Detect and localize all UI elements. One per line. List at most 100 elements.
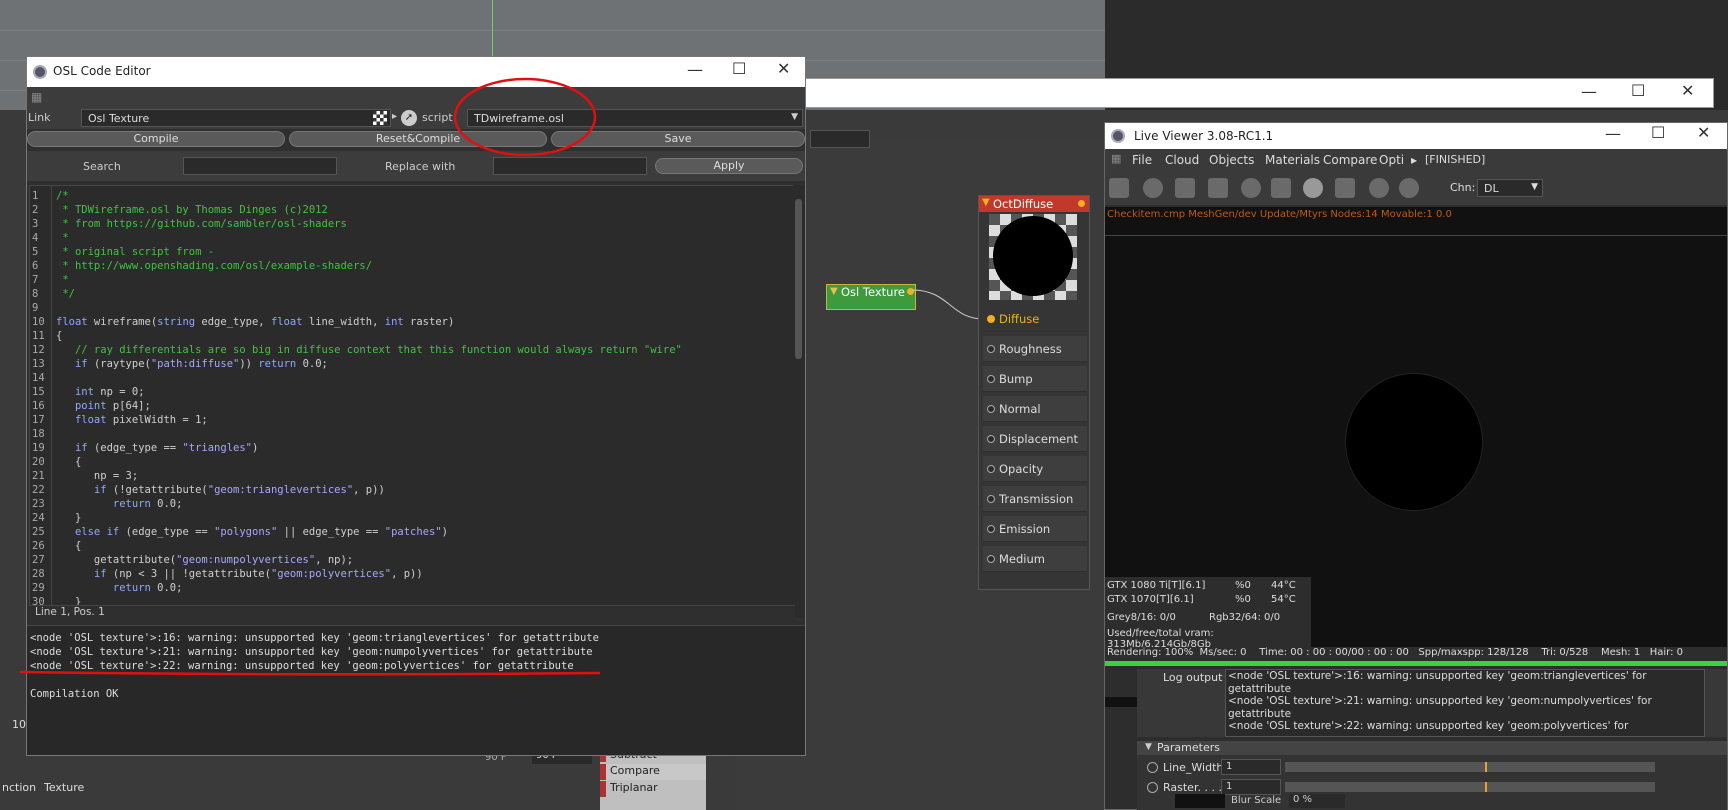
parameters-header[interactable]: ▼ Parameters <box>1137 741 1727 755</box>
param-slider[interactable] <box>1285 782 1655 792</box>
gpu-usage: %0 <box>1235 580 1251 591</box>
render-progress-bar <box>1105 661 1727 666</box>
channel-label: Chn: <box>1450 181 1476 194</box>
node-editor-toolbar-field[interactable] <box>810 130 870 148</box>
close-icon[interactable]: ✕ <box>777 59 790 78</box>
octdiffuse-node[interactable]: ▼ OctDiffuse Diffuse Roughness Bump Norm… <box>978 195 1090 590</box>
input-port[interactable] <box>987 495 995 503</box>
menu-options[interactable]: Opti <box>1379 153 1404 167</box>
preview-sphere <box>993 216 1073 296</box>
pause-icon[interactable] <box>1175 178 1195 198</box>
animate-icon[interactable] <box>1147 762 1158 773</box>
live-viewer-window[interactable]: Live Viewer 3.08-RC1.1 — ☐ ✕ ▦ File Clou… <box>1104 122 1728 810</box>
clay-icon[interactable] <box>1335 178 1355 198</box>
blur-label: Blur Scale <box>1231 795 1282 806</box>
background-window-titlebar: — ☐ ✕ <box>730 78 1714 108</box>
number-label: 10 <box>12 718 26 731</box>
menu-compare[interactable]: Compare <box>1323 153 1377 167</box>
material-ball-icon[interactable] <box>1303 178 1323 198</box>
menu-materials[interactable]: Materials <box>1265 153 1320 167</box>
lock-icon[interactable] <box>1271 178 1291 198</box>
param-slider[interactable] <box>1285 762 1655 772</box>
pin-displacement[interactable]: Displacement <box>983 426 1087 452</box>
collapse-icon[interactable]: ▼ <box>830 286 838 297</box>
pin-normal[interactable]: Normal <box>983 396 1087 422</box>
chevron-down-icon: ▼ <box>1531 182 1538 192</box>
param-label: Line_Width <box>1163 761 1224 774</box>
pin-label: Displacement <box>999 432 1079 446</box>
input-port[interactable] <box>987 525 995 533</box>
param-value[interactable]: 1 <box>1221 779 1281 795</box>
maximize-icon[interactable]: ☐ <box>1631 81 1645 100</box>
log-output[interactable]: <node 'OSL texture'>:16: warning: unsupp… <box>1225 669 1705 737</box>
minimize-icon[interactable]: — <box>1605 124 1621 143</box>
pin-label: Diffuse <box>999 312 1040 326</box>
blur-value[interactable]: 0 % <box>1289 794 1345 808</box>
tab-texture[interactable]: Texture <box>44 781 84 794</box>
osl-texture-node[interactable]: ▼ Osl Texture <box>826 284 916 310</box>
send-scene-icon[interactable] <box>1109 178 1129 198</box>
pin-emission[interactable]: Emission <box>983 516 1087 542</box>
input-port[interactable] <box>987 405 995 413</box>
minimize-icon[interactable]: — <box>1581 82 1597 101</box>
slider-handle[interactable] <box>1485 782 1487 792</box>
close-icon[interactable]: ✕ <box>1697 123 1710 142</box>
input-port[interactable] <box>987 465 995 473</box>
pin-diffuse[interactable]: Diffuse <box>983 306 1087 332</box>
input-port[interactable] <box>987 315 995 323</box>
list-item[interactable]: Compare <box>600 764 706 780</box>
collapse-icon[interactable]: ▼ <box>982 197 990 208</box>
menu-cloud[interactable]: Cloud <box>1165 153 1199 167</box>
collapse-icon[interactable]: ▼ <box>1145 742 1152 752</box>
menu-file[interactable]: File <box>1132 153 1152 167</box>
octdiffuse-header[interactable]: ▼ OctDiffuse <box>979 196 1089 212</box>
rendering-stats: Rendering: 100% Ms/sec: 0 Time: 00 : 00 … <box>1107 647 1683 658</box>
octdiffuse-label: OctDiffuse <box>993 197 1054 211</box>
input-port[interactable] <box>987 345 995 353</box>
app-logo-icon <box>1111 129 1125 143</box>
maximize-icon[interactable]: ☐ <box>732 59 746 78</box>
menu-more-icon[interactable]: ▸ <box>1411 153 1417 167</box>
input-port[interactable] <box>987 435 995 443</box>
gpu-temp: 44°C <box>1271 580 1296 591</box>
chevron-down-icon: ▼ <box>791 112 798 122</box>
material-pick-icon[interactable] <box>1399 178 1419 198</box>
pin-opacity[interactable]: Opacity <box>983 456 1087 482</box>
channel-select[interactable]: DL ▼ <box>1477 179 1543 197</box>
input-port[interactable] <box>987 375 995 383</box>
maximize-icon[interactable]: ☐ <box>1651 123 1665 142</box>
apply-button[interactable]: Apply <box>655 158 803 174</box>
tab-function[interactable]: nction <box>2 781 36 794</box>
parameters-label: Parameters <box>1157 741 1220 754</box>
restart-icon[interactable] <box>1143 178 1163 198</box>
close-icon[interactable]: ✕ <box>1681 81 1694 100</box>
menu-objects[interactable]: Objects <box>1209 153 1254 167</box>
pin-bump[interactable]: Bump <box>983 366 1087 392</box>
blur-scale-row: Blur Scale 0 % <box>1175 794 1375 810</box>
log-text: <node 'OSL texture'>:16: warning: unsupp… <box>1228 670 1652 732</box>
output-port[interactable] <box>1078 200 1085 207</box>
param-value[interactable]: 1 <box>1221 759 1281 775</box>
material-preview <box>989 214 1077 300</box>
rgb-textures: Rgb32/64: 0/0 <box>1209 612 1281 623</box>
minimize-icon[interactable]: — <box>687 60 703 79</box>
vertical-scrollbar[interactable] <box>793 185 805 617</box>
node-list[interactable]: Subtract Compare Triplanar <box>600 748 706 810</box>
gpu-name: GTX 1080 Ti[T][6.1] <box>1107 580 1206 591</box>
slider-handle[interactable] <box>1485 762 1487 772</box>
grey-textures: Grey8/16: 0/0 <box>1107 612 1176 623</box>
grip-icon[interactable]: ▦ <box>1111 152 1121 165</box>
focus-pick-icon[interactable] <box>1369 178 1389 198</box>
list-item[interactable]: Triplanar <box>600 781 706 797</box>
swatch <box>1175 794 1225 808</box>
input-port[interactable] <box>987 555 995 563</box>
gear-icon[interactable] <box>1241 178 1261 198</box>
pin-transmission[interactable]: Transmission <box>983 486 1087 512</box>
live-viewer-titlebar[interactable]: Live Viewer 3.08-RC1.1 — ☐ ✕ <box>1105 123 1727 149</box>
pin-medium[interactable]: Medium <box>983 546 1087 572</box>
pin-roughness[interactable]: Roughness <box>983 336 1087 362</box>
annotation-circle <box>453 77 597 157</box>
animate-icon[interactable] <box>1147 782 1158 793</box>
region-icon[interactable] <box>1208 178 1228 198</box>
scrollbar-thumb[interactable] <box>795 199 802 359</box>
